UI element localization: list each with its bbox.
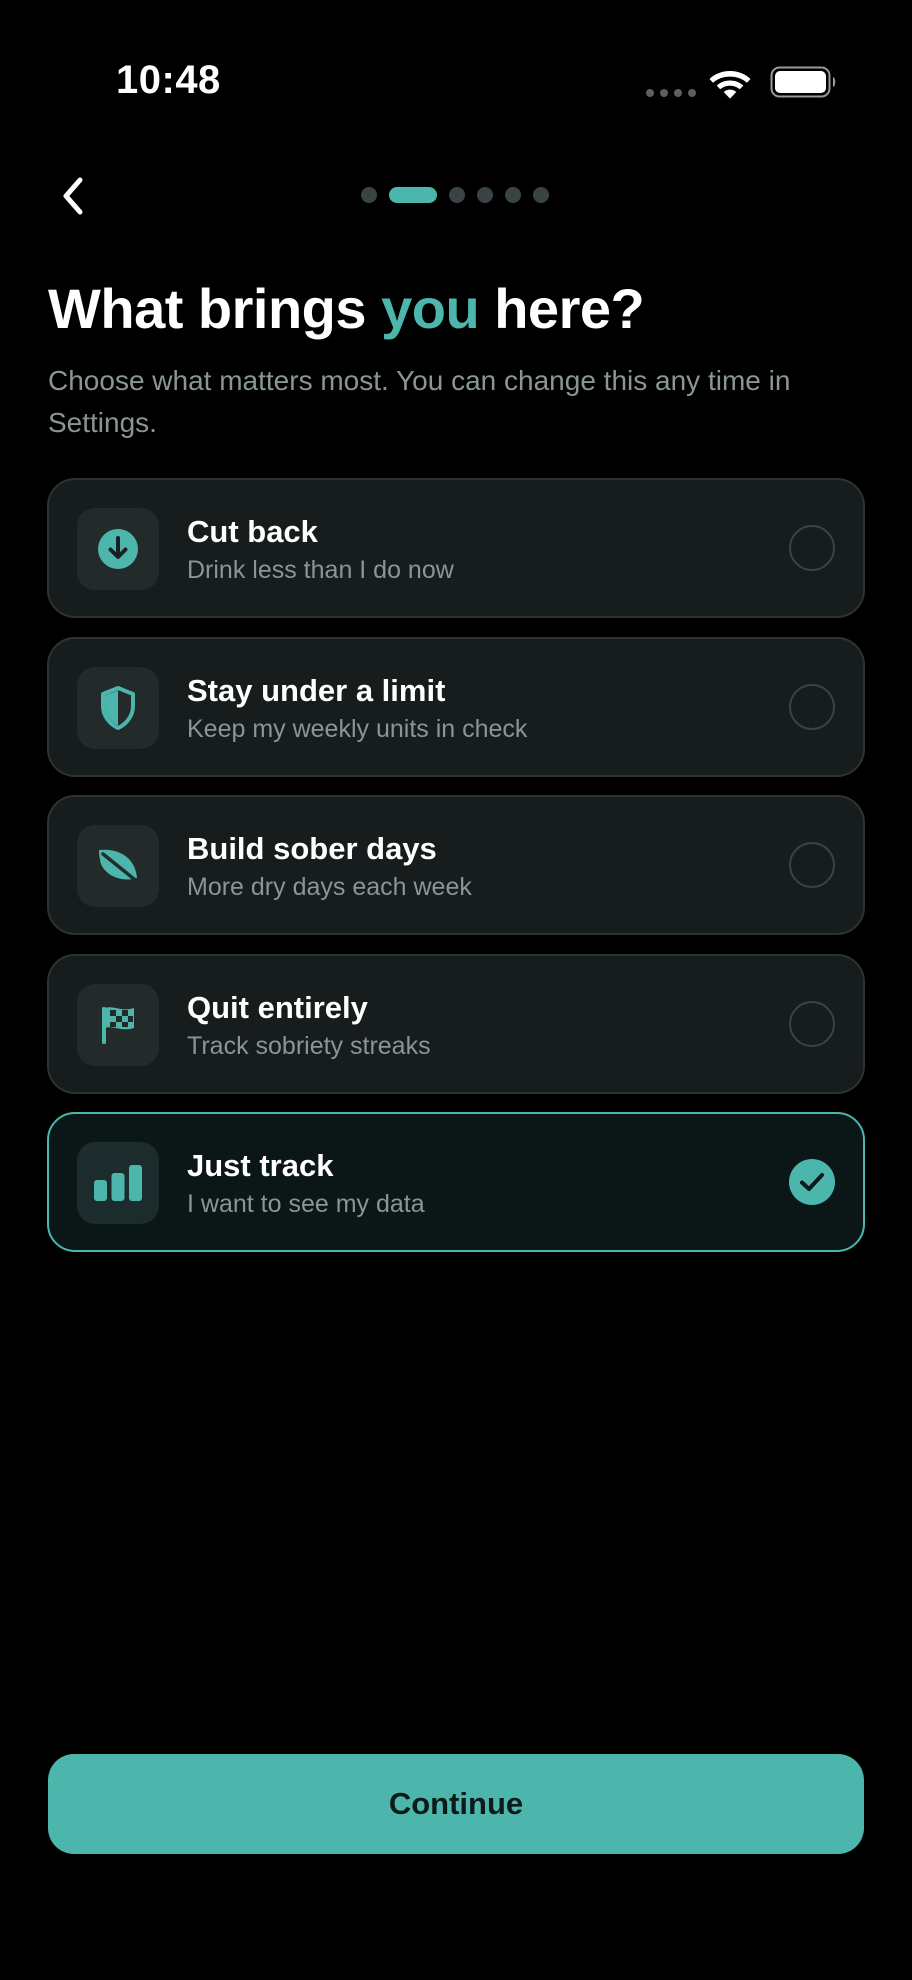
page-title: What brings you here?	[48, 276, 645, 341]
option-subtitle: More dry days each week	[187, 873, 472, 901]
bar-chart-icon	[94, 1165, 142, 1201]
option-title: Cut back	[187, 514, 318, 549]
checkered-flag-icon	[102, 1006, 134, 1044]
title-text-end: here?	[479, 277, 645, 340]
option-quit-entirely[interactable]: Quit entirely Track sobriety streaks	[47, 953, 865, 1094]
leaf-icon	[99, 849, 141, 885]
option-cut-back[interactable]: Cut back Drink less than I do now	[47, 478, 865, 618]
option-subtitle: I want to see my data	[187, 1190, 425, 1218]
wifi-icon	[709, 71, 751, 99]
battery-icon	[770, 66, 836, 98]
option-icon-tile	[77, 825, 159, 907]
radio-button[interactable]	[789, 683, 835, 730]
page-subtitle: Choose what matters most. You can change…	[48, 365, 791, 438]
cellular-signal-icon	[646, 89, 696, 97]
progress-dot-active	[389, 187, 437, 203]
option-icon-tile	[77, 983, 159, 1066]
radio-button-checked[interactable]	[789, 1159, 835, 1205]
arrow-down-circle-icon	[98, 529, 138, 569]
option-build-sober-days[interactable]: Build sober days More dry days each week	[47, 795, 865, 935]
option-subtitle: Keep my weekly units in check	[187, 714, 528, 743]
option-icon-tile	[77, 1142, 159, 1224]
option-subtitle: Track sobriety streaks	[187, 1031, 431, 1060]
progress-dot	[505, 187, 521, 203]
radio-button[interactable]	[789, 1000, 835, 1047]
checkmark-icon	[800, 1173, 824, 1191]
radio-button[interactable]	[789, 525, 835, 571]
shield-icon	[101, 685, 135, 730]
title-text: What brings	[48, 277, 382, 340]
option-title: Stay under a limit	[187, 672, 446, 708]
option-title: Just track	[187, 1148, 334, 1183]
chevron-left-icon	[63, 177, 83, 215]
title-accent: you	[381, 277, 480, 340]
option-icon-tile	[77, 666, 159, 749]
radio-button[interactable]	[789, 842, 835, 888]
progress-dot	[449, 187, 465, 203]
back-button[interactable]	[50, 170, 94, 222]
goal-options-list: Cut back Drink less than I do now Stay u…	[47, 478, 865, 1271]
option-stay-under-limit[interactable]: Stay under a limit Keep my weekly units …	[47, 636, 865, 777]
progress-indicator	[361, 187, 549, 203]
option-title: Build sober days	[187, 831, 437, 866]
progress-dot	[477, 187, 493, 203]
status-time: 10:48	[116, 58, 221, 102]
progress-dot	[533, 187, 549, 203]
option-just-track[interactable]: Just track I want to see my data	[47, 1112, 865, 1252]
option-title: Quit entirely	[187, 989, 368, 1025]
option-icon-tile	[77, 508, 159, 590]
progress-dot	[361, 187, 377, 203]
option-subtitle: Drink less than I do now	[187, 556, 454, 584]
continue-button[interactable]: Continue	[48, 1754, 864, 1854]
